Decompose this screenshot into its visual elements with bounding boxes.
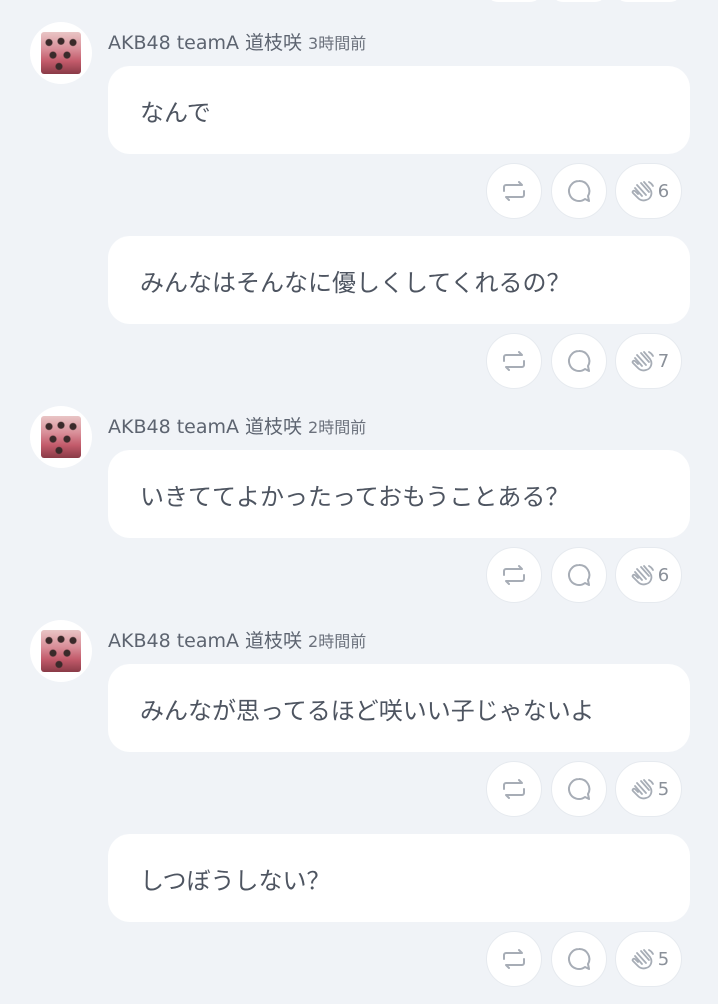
post: AKB48 teamA 道枝咲 3時間前 なんで 6 みんなはそんなに優しくしてく… (0, 22, 718, 396)
partial-retweet-button[interactable] (486, 0, 542, 2)
reply-button[interactable] (551, 333, 607, 389)
author-name[interactable]: AKB48 teamA 道枝咲 (108, 32, 302, 54)
clap-count: 6 (657, 564, 670, 586)
post-time: 3時間前 (308, 34, 367, 53)
post: AKB48 teamA 道枝咲 2時間前 みんなが思ってるほど咲いい子じゃないよ … (0, 620, 718, 994)
clap-count: 5 (657, 778, 670, 800)
retweet-button[interactable] (486, 333, 542, 389)
reply-button[interactable] (551, 931, 607, 987)
post-header: AKB48 teamA 道枝咲 2時間前 (0, 620, 718, 682)
retweet-icon (503, 181, 525, 201)
message-actions: 6 (0, 154, 718, 226)
speech-bubble-icon (568, 947, 591, 970)
message-bubble[interactable]: いきててよかったっておもうことある？ (108, 450, 690, 538)
reply-button[interactable] (551, 547, 607, 603)
speech-bubble-icon (568, 777, 591, 800)
clap-icon (631, 779, 654, 800)
clap-button[interactable]: 5 (615, 931, 682, 987)
message-bubble[interactable]: しつぼうしない？ (108, 834, 690, 922)
clap-button[interactable]: 6 (615, 163, 682, 219)
retweet-icon (503, 949, 525, 969)
group-photo (41, 416, 81, 458)
post-header: AKB48 teamA 道枝咲 3時間前 (0, 22, 718, 84)
avatar[interactable] (30, 406, 92, 468)
reply-button[interactable] (551, 761, 607, 817)
retweet-button[interactable] (486, 761, 542, 817)
reply-button[interactable] (551, 163, 607, 219)
post-time: 2時間前 (308, 418, 367, 437)
avatar[interactable] (30, 620, 92, 682)
retweet-icon (503, 351, 525, 371)
clap-count: 5 (657, 948, 670, 970)
retweet-icon (503, 779, 525, 799)
message-actions: 7 (0, 324, 718, 396)
partial-reply-button[interactable] (551, 0, 607, 2)
retweet-button[interactable] (486, 547, 542, 603)
page: AKB48 teamA 道枝咲 3時間前 なんで 6 みんなはそんなに優しくしてく… (0, 0, 718, 1004)
group-photo (41, 630, 81, 672)
avatar[interactable] (30, 22, 92, 84)
post: AKB48 teamA 道枝咲 2時間前 いきててよかったっておもうことある？ 6 (0, 406, 718, 610)
post-meta: AKB48 teamA 道枝咲 2時間前 (108, 412, 366, 439)
post-time: 2時間前 (308, 632, 367, 651)
partial-clap-button[interactable] (615, 0, 682, 2)
author-name[interactable]: AKB48 teamA 道枝咲 (108, 630, 302, 652)
clap-icon (631, 565, 654, 586)
clap-button[interactable]: 5 (615, 761, 682, 817)
message-feed: AKB48 teamA 道枝咲 3時間前 なんで 6 みんなはそんなに優しくしてく… (0, 22, 718, 1004)
clap-count: 7 (657, 350, 670, 372)
speech-bubble-icon (568, 179, 591, 202)
message-bubble[interactable]: なんで (108, 66, 690, 154)
clap-count: 6 (657, 180, 670, 202)
clap-button[interactable]: 7 (615, 333, 682, 389)
message-actions: 6 (0, 538, 718, 610)
clap-button[interactable]: 6 (615, 547, 682, 603)
message-actions: 5 (0, 922, 718, 994)
retweet-icon (503, 565, 525, 585)
speech-bubble-icon (568, 349, 591, 372)
group-photo (41, 32, 81, 74)
message-bubble[interactable]: みんなはそんなに優しくしてくれるの？ (108, 236, 690, 324)
speech-bubble-icon (568, 563, 591, 586)
message-bubble[interactable]: みんなが思ってるほど咲いい子じゃないよ (108, 664, 690, 752)
post-header: AKB48 teamA 道枝咲 2時間前 (0, 406, 718, 468)
clap-icon (631, 181, 654, 202)
retweet-button[interactable] (486, 163, 542, 219)
message-actions: 5 (0, 752, 718, 824)
clap-icon (631, 351, 654, 372)
post-meta: AKB48 teamA 道枝咲 3時間前 (108, 28, 366, 55)
retweet-button[interactable] (486, 931, 542, 987)
post-meta: AKB48 teamA 道枝咲 2時間前 (108, 626, 366, 653)
author-name[interactable]: AKB48 teamA 道枝咲 (108, 416, 302, 438)
clap-icon (631, 949, 654, 970)
